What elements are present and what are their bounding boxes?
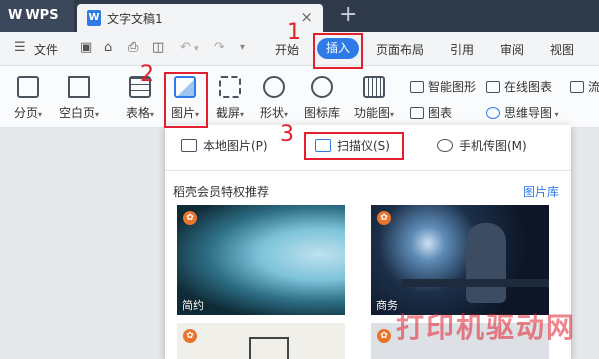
- scissors-icon: [219, 76, 241, 98]
- watermark: 打印机驱动网: [396, 311, 577, 344]
- page-break-button[interactable]: 分页▾: [10, 76, 46, 121]
- shapes-button[interactable]: 形状▾: [256, 76, 292, 121]
- flowchart-label: 流: [588, 80, 599, 94]
- smart-art-button[interactable]: 智能图形: [410, 78, 476, 95]
- blank-page-label: 空白页: [58, 106, 95, 120]
- function-chart-label: 功能图: [353, 106, 390, 120]
- wps-app-name: WPS: [25, 8, 59, 23]
- icon-library-icon: [311, 76, 333, 98]
- save-icon[interactable]: ▣: [80, 40, 92, 55]
- online-chart-label: 在线图表: [504, 80, 553, 94]
- recommendation-title: 稻壳会员特权推荐: [173, 185, 270, 199]
- shapes-icon: [263, 76, 285, 98]
- mind-map-label: 思维导图: [504, 106, 553, 120]
- thumbnail-frame-figure: [249, 337, 289, 359]
- blank-page-icon: [68, 76, 90, 98]
- page-break-icon: [17, 76, 39, 98]
- dropdown-divider: [165, 170, 571, 171]
- thumbnail-business[interactable]: ✿ 商务: [371, 205, 549, 315]
- hamburger-menu-icon[interactable]: ☰: [14, 40, 26, 55]
- more-quick-icon[interactable]: ▾: [240, 42, 245, 53]
- shapes-label: 形状: [259, 106, 284, 120]
- document-tab-title: 文字文稿1: [107, 12, 163, 26]
- local-picture-label: 本地图片(P): [203, 139, 268, 153]
- chevron-down-icon: ▾: [38, 110, 43, 119]
- image-icon: [181, 139, 197, 152]
- thumbnail-caption: 简约: [182, 299, 204, 312]
- vip-badge-icon: ✿: [377, 329, 391, 343]
- thumbnail-simple[interactable]: ✿ 简约: [177, 205, 345, 315]
- chart-button[interactable]: 图表: [410, 104, 452, 121]
- chevron-down-icon: ▾: [240, 110, 245, 119]
- mind-map-icon: [486, 107, 500, 119]
- annotation-box-scanner: [304, 132, 404, 160]
- thumbnail-desk-figure: [401, 279, 549, 287]
- local-picture-option[interactable]: 本地图片(P): [181, 137, 268, 154]
- icon-library-label: 图标库: [303, 106, 340, 120]
- blank-page-button[interactable]: 空白页▾: [56, 76, 102, 121]
- insert-ribbon: 分页▾ 空白页▾ 表格▾ 图片▾ 截屏▾ 形状▾ 图标库 功能图▾ 智能图形 在…: [0, 66, 599, 128]
- print-preview-icon[interactable]: ◫: [152, 40, 164, 55]
- smart-art-label: 智能图形: [428, 80, 477, 94]
- icon-library-button[interactable]: 图标库: [302, 76, 342, 121]
- new-tab-button[interactable]: +: [339, 2, 357, 27]
- picture-library-link[interactable]: 图片库: [523, 183, 559, 200]
- tab-view[interactable]: 视图: [550, 41, 574, 58]
- phone-transfer-label: 手机传图(M): [459, 139, 527, 153]
- annotation-box-insert: [313, 33, 363, 69]
- mind-map-button[interactable]: 思维导图 ▾: [486, 104, 559, 121]
- online-chart-button[interactable]: 在线图表: [486, 78, 552, 95]
- annotation-step-3: 3: [280, 122, 294, 147]
- tab-references[interactable]: 引用: [450, 41, 474, 58]
- vip-badge-icon: ✿: [183, 329, 197, 343]
- thumbnail-caption: 商务: [376, 299, 398, 312]
- writer-doc-icon: W: [87, 10, 101, 26]
- function-chart-icon: [363, 76, 385, 98]
- chevron-down-icon: ▾: [95, 110, 100, 119]
- print-icon[interactable]: ⎙: [128, 40, 138, 55]
- close-tab-icon[interactable]: ×: [300, 8, 313, 26]
- phone-transfer-icon: [437, 139, 453, 152]
- thumbnail-item[interactable]: ✿: [177, 323, 345, 359]
- page-break-label: 分页: [13, 106, 38, 120]
- screenshot-label: 截屏: [215, 106, 240, 120]
- chevron-down-icon: ▾: [552, 110, 559, 119]
- tab-page-layout[interactable]: 页面布局: [376, 41, 424, 58]
- wps-home-tab[interactable]: W WPS: [0, 0, 74, 32]
- table-label: 表格: [125, 106, 150, 120]
- undo-icon[interactable]: ↶: [180, 40, 191, 55]
- format-painter-icon[interactable]: ⌂: [104, 40, 112, 55]
- annotation-box-picture: [164, 72, 208, 128]
- chart-icon: [410, 107, 424, 119]
- vip-badge-icon: ✿: [183, 211, 197, 225]
- wps-logo-icon: W: [8, 8, 23, 23]
- flowchart-button[interactable]: 流: [570, 78, 599, 95]
- function-chart-button[interactable]: 功能图▾: [350, 76, 398, 121]
- flowchart-icon: [570, 81, 584, 93]
- smart-art-icon: [410, 81, 424, 93]
- undo-dropdown-icon[interactable]: ▾: [194, 44, 199, 54]
- online-chart-icon: [486, 81, 500, 93]
- chart-label: 图表: [428, 106, 453, 120]
- vip-badge-icon: ✿: [377, 211, 391, 225]
- chevron-down-icon: ▾: [284, 110, 289, 119]
- redo-icon[interactable]: ↷: [214, 40, 225, 55]
- annotation-step-1: 1: [287, 20, 301, 45]
- tab-review[interactable]: 审阅: [500, 41, 524, 58]
- chevron-down-icon: ▾: [390, 110, 395, 119]
- annotation-step-2: 2: [140, 62, 154, 87]
- file-menu[interactable]: 文件: [34, 41, 58, 58]
- thumbnail-person-figure: [466, 223, 506, 303]
- chevron-down-icon: ▾: [150, 110, 155, 119]
- phone-transfer-option[interactable]: 手机传图(M): [437, 137, 527, 154]
- screenshot-button[interactable]: 截屏▾: [212, 76, 248, 121]
